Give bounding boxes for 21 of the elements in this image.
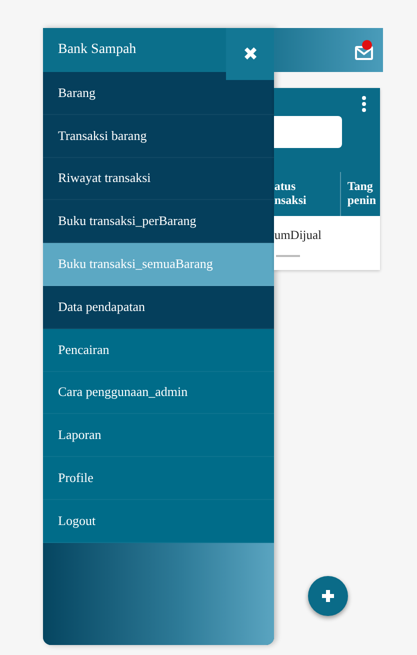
menu-item[interactable]: Barang (43, 72, 274, 115)
menu-item[interactable]: Buku transaksi_perBarang (43, 200, 274, 244)
plus-icon (321, 589, 336, 603)
menu-item[interactable]: Pencairan (43, 328, 274, 372)
scrollbar (276, 255, 300, 257)
menu-item[interactable]: Laporan (43, 414, 274, 458)
menu-item[interactable]: Logout (43, 500, 274, 543)
column-header: atus nsaksi (274, 180, 308, 208)
drawer-title: Bank Sampah (58, 42, 136, 58)
add-button[interactable] (308, 576, 348, 616)
more-icon[interactable] (362, 96, 366, 112)
mail-icon[interactable] (355, 40, 373, 60)
menu-item[interactable]: Riwayat transaksi (43, 158, 274, 200)
column-header: Tang penin (347, 180, 376, 208)
table-cell: umDijual (274, 228, 322, 242)
menu-item[interactable]: Data pendapatan (43, 286, 274, 329)
menu-item[interactable]: Profile (43, 457, 274, 500)
menu-item[interactable]: Cara penggunaan_admin (43, 372, 274, 414)
menu-item[interactable]: Transaksi barang (43, 114, 274, 158)
close-button[interactable]: ✖ (226, 28, 274, 80)
search-field[interactable] (274, 116, 342, 148)
